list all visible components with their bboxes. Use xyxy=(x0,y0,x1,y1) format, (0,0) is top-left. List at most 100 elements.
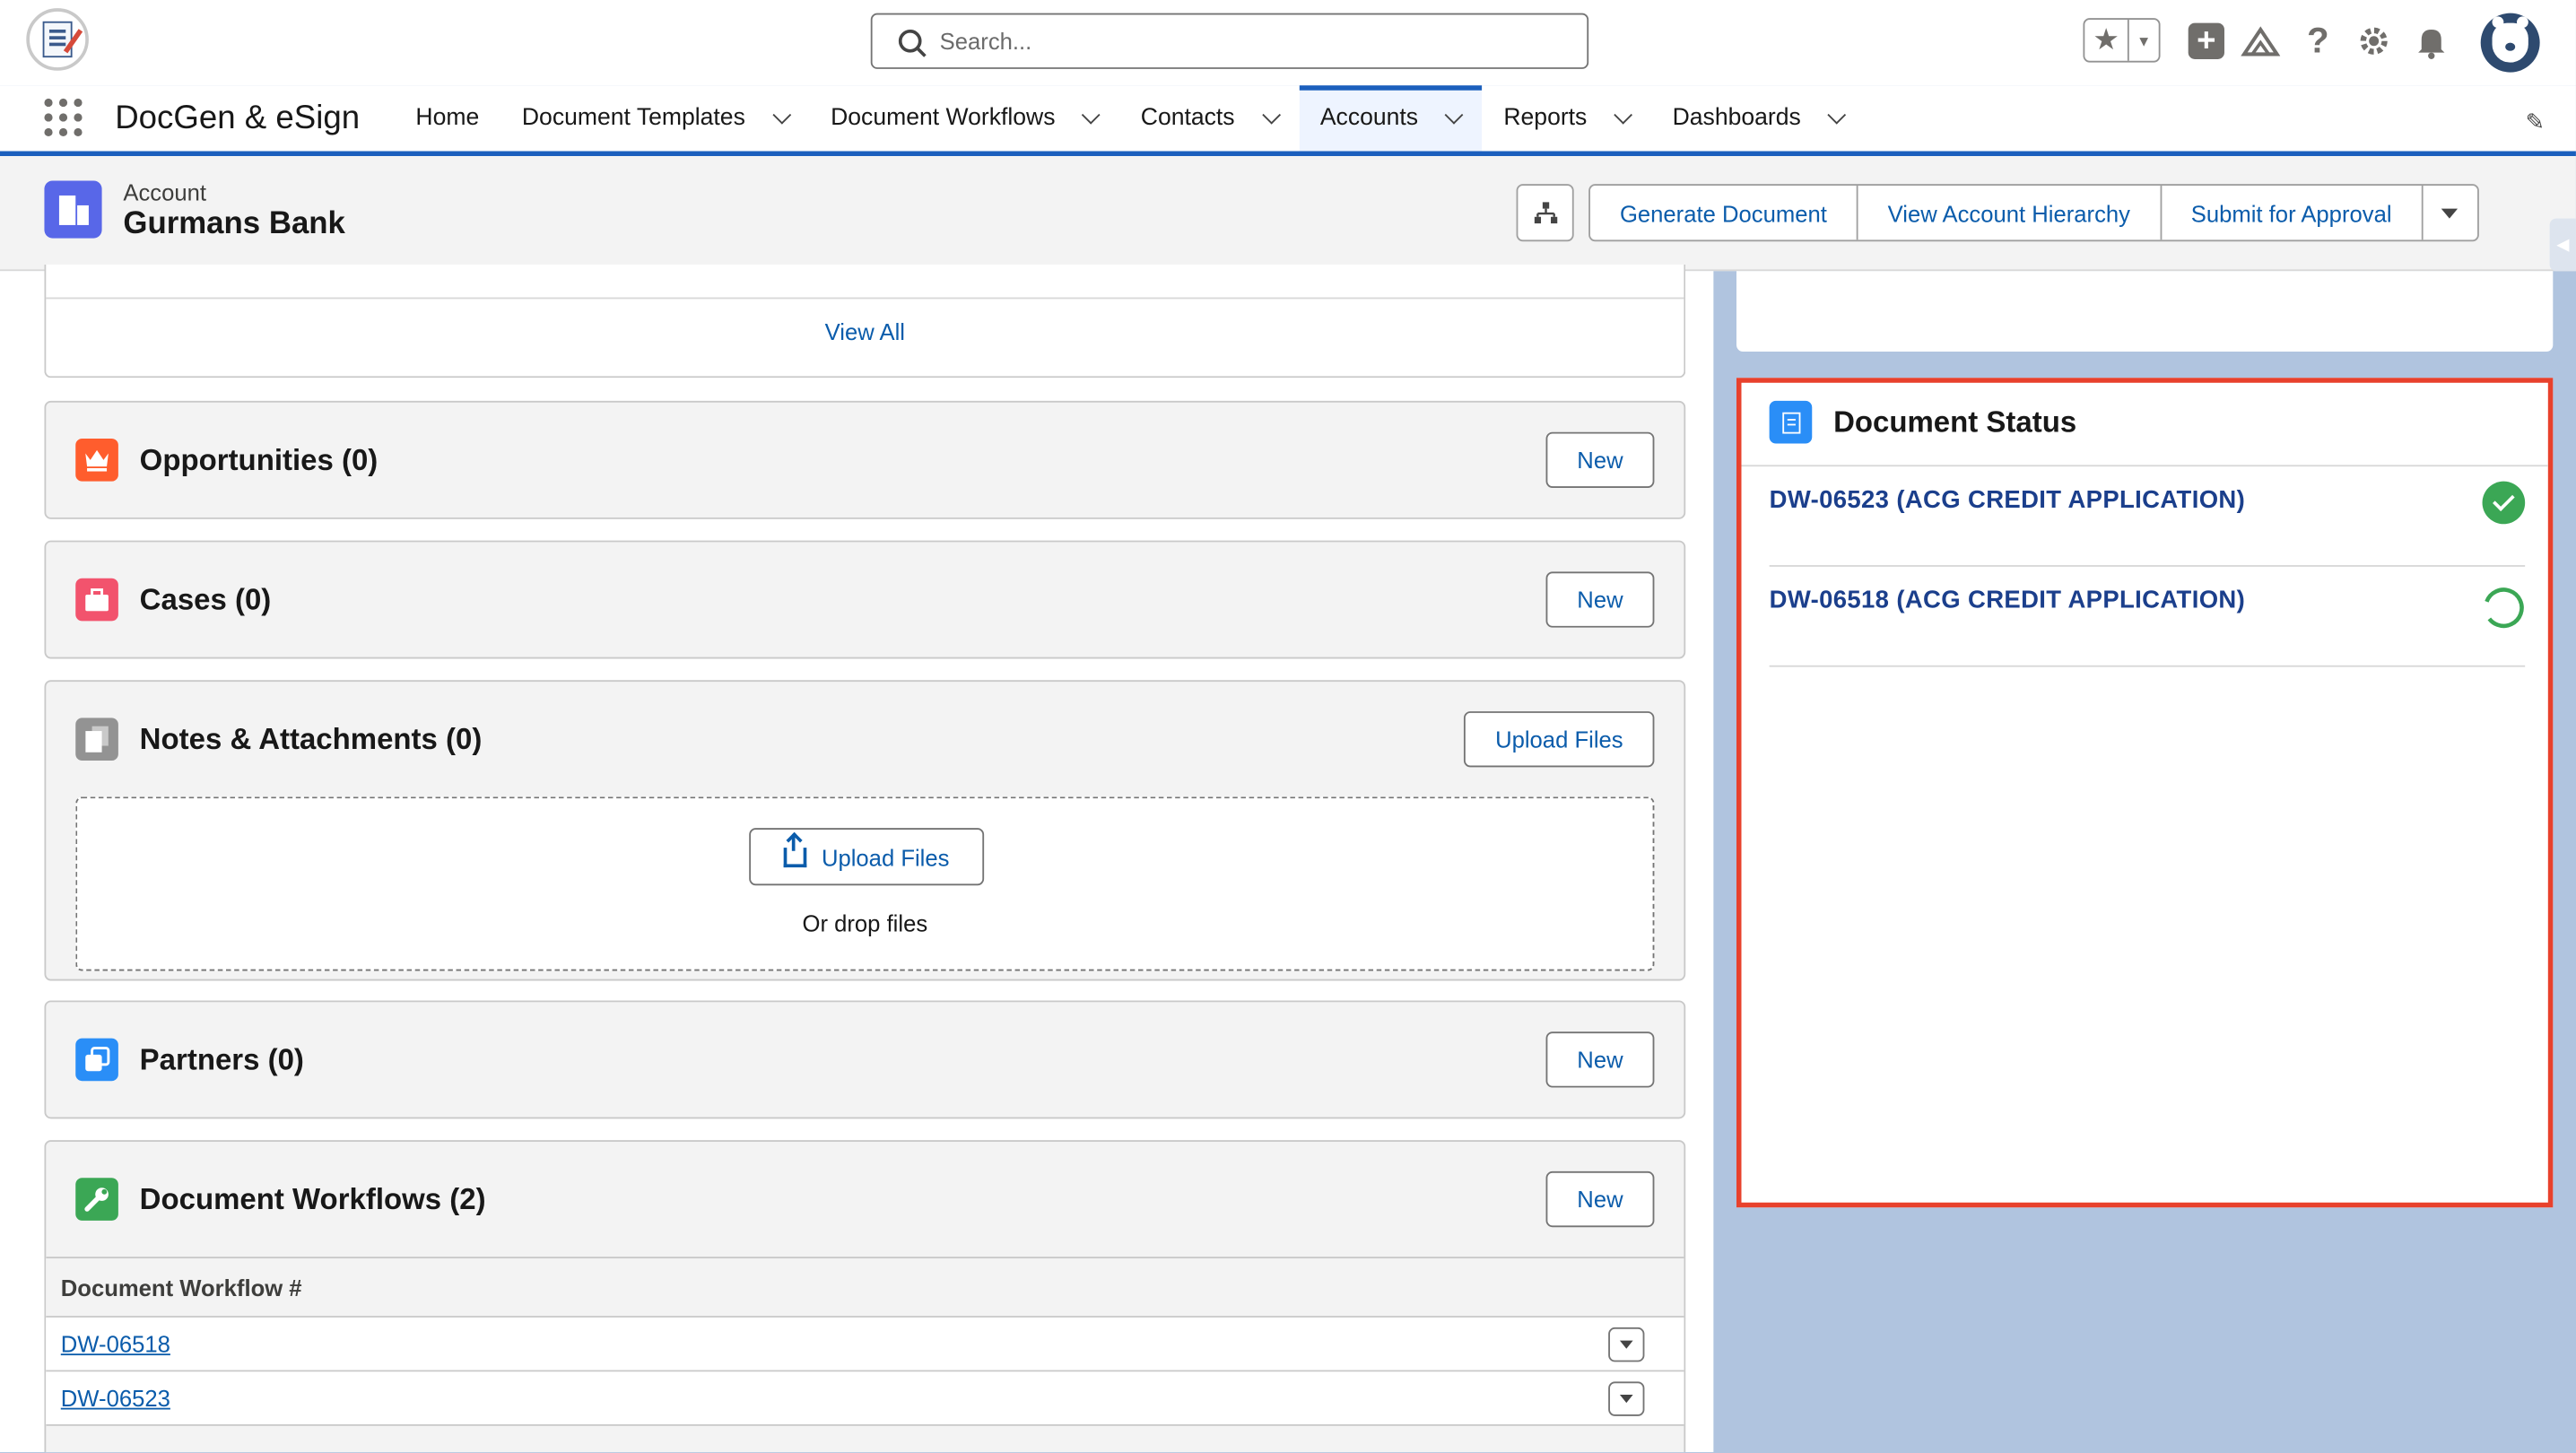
app-name: DocGen & eSign xyxy=(115,100,361,137)
record-type: Account xyxy=(123,178,207,205)
global-actions-button[interactable]: + xyxy=(2185,20,2228,63)
row-actions-button[interactable] xyxy=(1608,1327,1645,1362)
file-drop-zone[interactable]: Upload Files Or drop files xyxy=(75,796,1655,971)
row-actions-button[interactable] xyxy=(1608,1381,1645,1416)
view-account-hierarchy-button[interactable]: View Account Hierarchy xyxy=(1858,185,2162,240)
cases-card: Cases (0) New xyxy=(44,540,1686,659)
document-icon xyxy=(1769,400,1813,444)
table-row: DW-06523 xyxy=(46,1371,1684,1426)
new-partner-button[interactable]: New xyxy=(1545,1031,1655,1088)
star-icon[interactable]: ★ xyxy=(2084,19,2129,61)
table-row: DW-06518 xyxy=(46,1317,1684,1372)
chevron-down-icon[interactable] xyxy=(771,105,791,125)
bear-icon xyxy=(2492,16,2528,63)
nav-tab-label: Accounts xyxy=(1319,105,1419,132)
notes-attachments-card: Notes & Attachments (0) Upload Files Upl… xyxy=(44,680,1686,981)
nav-tab-contacts[interactable]: Contacts xyxy=(1119,85,1299,151)
related-list-column: View All Opportunities (0) New Cases (0)… xyxy=(0,264,1714,1453)
file-icon xyxy=(75,718,118,761)
drop-files-text: Or drop files xyxy=(802,909,928,937)
record-header: Account Gurmans Bank Generate Document V… xyxy=(0,156,2576,272)
record-action-group: Generate Document View Account Hierarchy… xyxy=(1588,184,2479,242)
upload-files-header-button[interactable]: Upload Files xyxy=(1464,711,1655,768)
account-icon xyxy=(44,180,102,239)
nav-tab-label: Document Templates xyxy=(521,105,745,132)
nav-tab-label: Document Workflows xyxy=(831,105,1056,132)
right-top-card xyxy=(1736,271,2554,352)
app-launcher-icon[interactable] xyxy=(44,98,83,138)
chevron-down-icon[interactable] xyxy=(1261,105,1281,125)
document-workflows-card: Document Workflows (2) New Document Work… xyxy=(44,1140,1686,1453)
search-icon xyxy=(898,29,922,53)
global-search[interactable] xyxy=(870,13,1589,69)
chevron-down-icon xyxy=(2441,207,2459,218)
briefcase-icon xyxy=(75,578,118,622)
document-status-header: Document Status xyxy=(1741,383,2548,467)
check-icon xyxy=(2482,481,2526,525)
nav-tab-document-templates[interactable]: Document Templates xyxy=(500,85,809,151)
opportunities-card: Opportunities (0) New xyxy=(44,400,1686,519)
partners-icon xyxy=(75,1038,118,1082)
status-item: DW-06518 (ACG CREDIT APPLICATION) xyxy=(1769,567,2526,667)
nav-tab-reports[interactable]: Reports xyxy=(1483,85,1651,151)
card-title[interactable]: Notes & Attachments (0) xyxy=(140,723,483,757)
card-title[interactable]: Document Workflows (2) xyxy=(140,1183,486,1217)
nav-tab-document-workflows[interactable]: Document Workflows xyxy=(809,85,1119,151)
chevron-down-icon[interactable] xyxy=(1827,105,1847,125)
column-header[interactable]: Document Workflow # xyxy=(46,1257,1684,1318)
plus-icon: + xyxy=(2188,22,2224,59)
help-icon[interactable]: ? xyxy=(2297,20,2340,63)
nav-tab-label: Home xyxy=(415,105,480,132)
crown-icon xyxy=(75,439,118,482)
chevron-down-icon[interactable] xyxy=(1445,105,1464,125)
upload-files-button[interactable]: Upload Files xyxy=(749,828,985,886)
chevron-down-icon[interactable] xyxy=(1082,105,1101,125)
nav-tab-home[interactable]: Home xyxy=(395,85,500,151)
chevron-down-icon xyxy=(1619,1340,1633,1349)
status-item-link[interactable]: DW-06518 (ACG CREDIT APPLICATION) xyxy=(1770,587,2246,614)
card-title: Document Status xyxy=(1833,405,2077,439)
status-item: DW-06523 (ACG CREDIT APPLICATION) xyxy=(1769,466,2526,567)
generate-document-button[interactable]: Generate Document xyxy=(1590,185,1858,240)
previous-card-footer: View All xyxy=(44,264,1686,378)
notification-bell-icon[interactable] xyxy=(2410,20,2453,63)
edit-nav-pencil-icon[interactable]: ✎ xyxy=(2526,109,2545,136)
wrench-icon xyxy=(75,1178,118,1221)
partners-card: Partners (0) New xyxy=(44,1000,1686,1119)
nav-tab-accounts[interactable]: Accounts xyxy=(1299,85,1483,152)
record-name: Gurmans Bank xyxy=(123,206,345,242)
card-title[interactable]: Opportunities (0) xyxy=(140,444,379,478)
document-status-card: Document Status DW-06523 (ACG CREDIT APP… xyxy=(1736,378,2554,1208)
favorites-dropdown-icon[interactable]: ▼ xyxy=(2129,20,2159,61)
hierarchy-button[interactable] xyxy=(1516,184,1574,242)
new-case-button[interactable]: New xyxy=(1545,571,1655,628)
chevron-down-icon[interactable] xyxy=(1614,105,1633,125)
submit-for-approval-button[interactable]: Submit for Approval xyxy=(2162,185,2424,240)
utility-panel-toggle[interactable]: ◀ xyxy=(2549,218,2576,272)
view-all-link[interactable]: View All xyxy=(46,318,1684,344)
trailhead-icon[interactable] xyxy=(2239,20,2282,63)
nav-tab-dashboards[interactable]: Dashboards xyxy=(1651,85,1865,151)
app-logo[interactable] xyxy=(26,8,89,71)
new-opportunity-button[interactable]: New xyxy=(1545,431,1655,488)
nav-tab-label: Reports xyxy=(1503,105,1588,132)
favorites-button[interactable]: ★ ▼ xyxy=(2083,18,2161,63)
more-actions-button[interactable] xyxy=(2423,186,2476,239)
card-title[interactable]: Partners (0) xyxy=(140,1043,304,1077)
user-avatar[interactable] xyxy=(2480,13,2540,73)
workflow-link[interactable]: DW-06523 xyxy=(61,1385,170,1411)
document-workflows-table: Document Workflow # DW-06518 DW-06523 xyxy=(46,1257,1684,1426)
status-item-link[interactable]: DW-06523 (ACG CREDIT APPLICATION) xyxy=(1770,486,2246,514)
chevron-down-icon xyxy=(1619,1395,1633,1404)
workflow-link[interactable]: DW-06518 xyxy=(61,1331,170,1357)
search-input[interactable] xyxy=(939,28,1564,55)
card-title[interactable]: Cases (0) xyxy=(140,583,272,617)
hierarchy-icon xyxy=(1533,201,1557,223)
nav-tab-label: Contacts xyxy=(1140,105,1235,132)
upload-files-label: Upload Files xyxy=(821,843,950,870)
new-document-workflow-button[interactable]: New xyxy=(1545,1170,1655,1228)
gear-icon[interactable] xyxy=(2353,20,2396,63)
divider xyxy=(46,297,1684,300)
global-header: ★ ▼ + ? xyxy=(0,0,2576,86)
progress-ring-icon xyxy=(2483,587,2524,629)
